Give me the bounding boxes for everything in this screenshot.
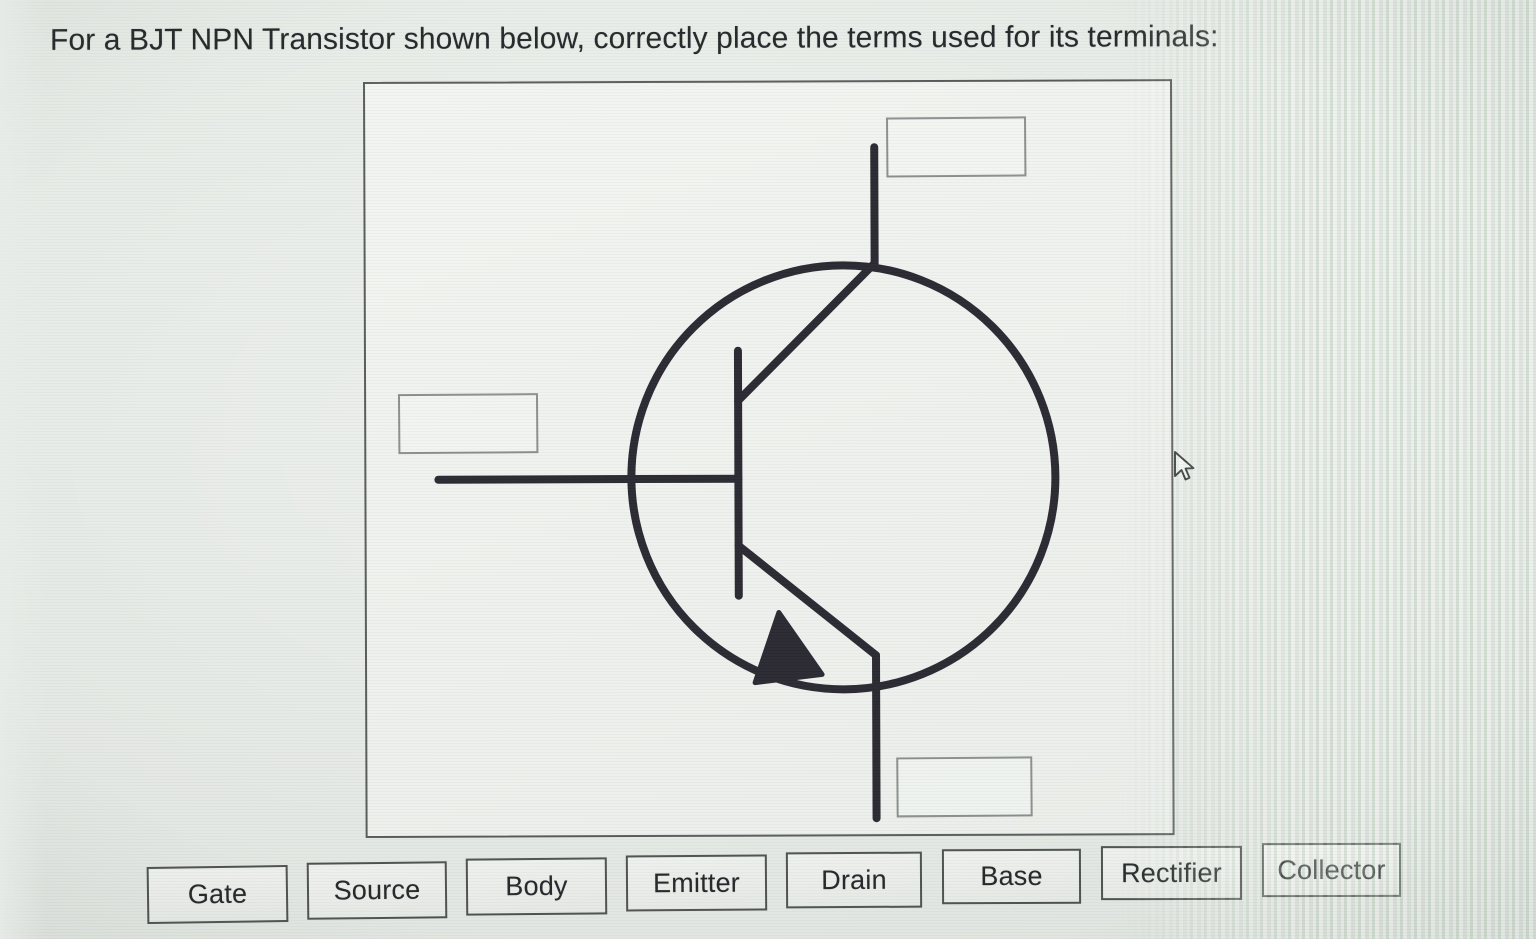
term-button-rectifier[interactable]: Rectifier — [1100, 845, 1243, 901]
term-button-body[interactable]: Body — [465, 857, 608, 916]
term-button-collector[interactable]: Collector — [1261, 842, 1402, 898]
term-button-base[interactable]: Base — [941, 848, 1082, 905]
term-button-emitter[interactable]: Emitter — [625, 854, 768, 912]
emitter-lead-line — [872, 651, 881, 823]
base-bar — [733, 346, 743, 600]
term-bank: Gate Source Body Emitter Drain Base Rectifier C… — [0, 842, 1536, 939]
transistor-diagram-panel — [363, 79, 1175, 838]
drop-box-base[interactable] — [397, 393, 539, 455]
npn-transistor-symbol — [434, 143, 1060, 823]
drop-box-emitter[interactable] — [896, 756, 1033, 818]
term-button-drain[interactable]: Drain — [785, 851, 923, 909]
term-button-gate[interactable]: Gate — [146, 865, 289, 924]
term-button-source[interactable]: Source — [306, 861, 448, 920]
emitter-slant — [734, 541, 881, 660]
emitter-arrowhead — [752, 610, 825, 686]
base-lead-line — [434, 474, 743, 484]
page-title: For a BJT NPN Transistor shown below, co… — [49, 20, 1219, 57]
mouse-pointer-icon — [1174, 451, 1195, 481]
drop-box-collector[interactable] — [885, 116, 1027, 178]
